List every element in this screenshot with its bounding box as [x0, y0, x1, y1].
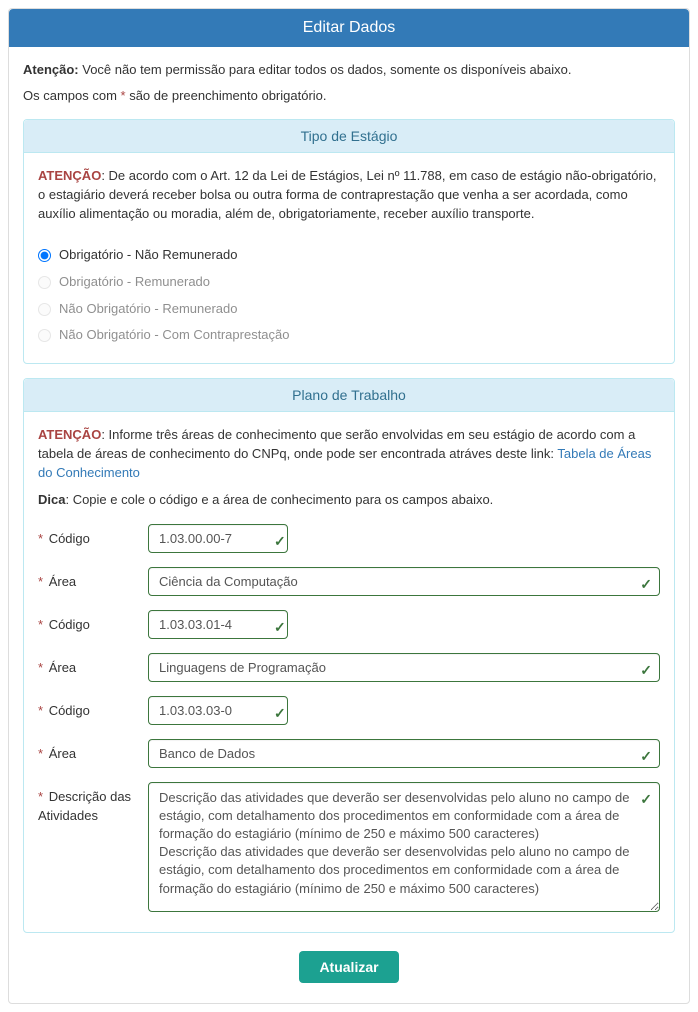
row-codigo3: * Código ✓ — [38, 696, 660, 725]
tipo-heading: Tipo de Estágio — [24, 120, 674, 153]
plano-notice-label: ATENÇÃO — [38, 427, 101, 442]
radio-nao-obrigatorio-remunerado[interactable]: Não Obrigatório - Remunerado — [38, 296, 660, 323]
field-descricao: ✓ — [148, 782, 660, 918]
radio-label: Obrigatório - Remunerado — [59, 273, 210, 292]
panel-body: Atenção: Você não tem permissão para edi… — [9, 47, 689, 1003]
tipo-section: Tipo de Estágio ATENÇÃO: De acordo com o… — [23, 119, 675, 364]
attention-text: Você não tem permissão para editar todos… — [79, 62, 572, 77]
row-codigo2: * Código ✓ — [38, 610, 660, 639]
row-codigo1: * Código ✓ — [38, 524, 660, 553]
label-area3: * Área — [38, 739, 148, 764]
codigo2-input[interactable] — [148, 610, 288, 639]
tipo-notice-text: : De acordo com o Art. 12 da Lei de Está… — [38, 168, 657, 221]
tipo-notice-label: ATENÇÃO — [38, 168, 101, 183]
radio-input[interactable] — [38, 303, 51, 316]
hint-label: Dica — [38, 492, 65, 507]
plano-hint: Dica: Copie e cole o código e a área de … — [38, 491, 660, 510]
label-text: Código — [49, 703, 90, 718]
row-area1: * Área ✓ — [38, 567, 660, 596]
required-line: Os campos com * são de preenchimento obr… — [23, 87, 675, 105]
area2-input[interactable] — [148, 653, 660, 682]
label-descricao: * Descrição das Atividades — [38, 782, 148, 826]
label-area2: * Área — [38, 653, 148, 678]
plano-notice: ATENÇÃO: Informe três áreas de conhecime… — [38, 426, 660, 483]
label-text: Código — [49, 531, 90, 546]
field-area2: ✓ — [148, 653, 660, 682]
attention-label: Atenção: — [23, 62, 79, 77]
label-codigo1: * Código — [38, 524, 148, 549]
area3-input[interactable] — [148, 739, 660, 768]
radio-input[interactable] — [38, 276, 51, 289]
required-suffix: são de preenchimento obrigatório. — [126, 88, 327, 103]
plano-heading: Plano de Trabalho — [24, 379, 674, 412]
field-codigo3: ✓ — [148, 696, 660, 725]
plano-notice-text: : Informe três áreas de conhecimento que… — [38, 427, 635, 461]
asterisk-icon: * — [38, 789, 43, 804]
asterisk-icon: * — [38, 746, 43, 761]
radio-nao-obrigatorio-contraprestacao[interactable]: Não Obrigatório - Com Contraprestação — [38, 322, 660, 349]
asterisk-icon: * — [38, 703, 43, 718]
row-descricao: * Descrição das Atividades ✓ — [38, 782, 660, 918]
radio-obrigatorio-remunerado[interactable]: Obrigatório - Remunerado — [38, 269, 660, 296]
row-area2: * Área ✓ — [38, 653, 660, 682]
field-codigo2: ✓ — [148, 610, 660, 639]
hint-text: : Copie e cole o código e a área de conh… — [65, 492, 493, 507]
submit-button[interactable]: Atualizar — [299, 951, 398, 983]
label-codigo3: * Código — [38, 696, 148, 721]
plano-body: ATENÇÃO: Informe três áreas de conhecime… — [24, 412, 674, 931]
radio-label: Não Obrigatório - Com Contraprestação — [59, 326, 290, 345]
radio-input[interactable] — [38, 249, 51, 262]
tipo-radio-group: Obrigatório - Não Remunerado Obrigatório… — [38, 242, 660, 349]
codigo1-input[interactable] — [148, 524, 288, 553]
label-text: Área — [49, 660, 76, 675]
attention-line: Atenção: Você não tem permissão para edi… — [23, 61, 675, 79]
asterisk-icon: * — [38, 660, 43, 675]
intro-block: Atenção: Você não tem permissão para edi… — [23, 61, 675, 105]
radio-label: Não Obrigatório - Remunerado — [59, 300, 237, 319]
tipo-notice: ATENÇÃO: De acordo com o Art. 12 da Lei … — [38, 167, 660, 224]
field-area3: ✓ — [148, 739, 660, 768]
radio-obrigatorio-nao-remunerado[interactable]: Obrigatório - Não Remunerado — [38, 242, 660, 269]
field-area1: ✓ — [148, 567, 660, 596]
required-prefix: Os campos com — [23, 88, 121, 103]
tipo-body: ATENÇÃO: De acordo com o Art. 12 da Lei … — [24, 153, 674, 363]
actions-row: Atualizar — [23, 951, 675, 983]
descricao-textarea[interactable] — [148, 782, 660, 912]
label-text: Área — [49, 574, 76, 589]
asterisk-icon: * — [38, 531, 43, 546]
asterisk-icon: * — [38, 617, 43, 632]
asterisk-icon: * — [38, 574, 43, 589]
codigo3-input[interactable] — [148, 696, 288, 725]
field-codigo1: ✓ — [148, 524, 660, 553]
label-text: Código — [49, 617, 90, 632]
area1-input[interactable] — [148, 567, 660, 596]
main-panel: Editar Dados Atenção: Você não tem permi… — [8, 8, 690, 1004]
label-text: Área — [49, 746, 76, 761]
plano-section: Plano de Trabalho ATENÇÃO: Informe três … — [23, 378, 675, 932]
radio-input[interactable] — [38, 329, 51, 342]
label-area1: * Área — [38, 567, 148, 592]
label-text: Descrição das Atividades — [38, 789, 131, 823]
row-area3: * Área ✓ — [38, 739, 660, 768]
page-title: Editar Dados — [9, 9, 689, 47]
radio-label: Obrigatório - Não Remunerado — [59, 246, 237, 265]
label-codigo2: * Código — [38, 610, 148, 635]
